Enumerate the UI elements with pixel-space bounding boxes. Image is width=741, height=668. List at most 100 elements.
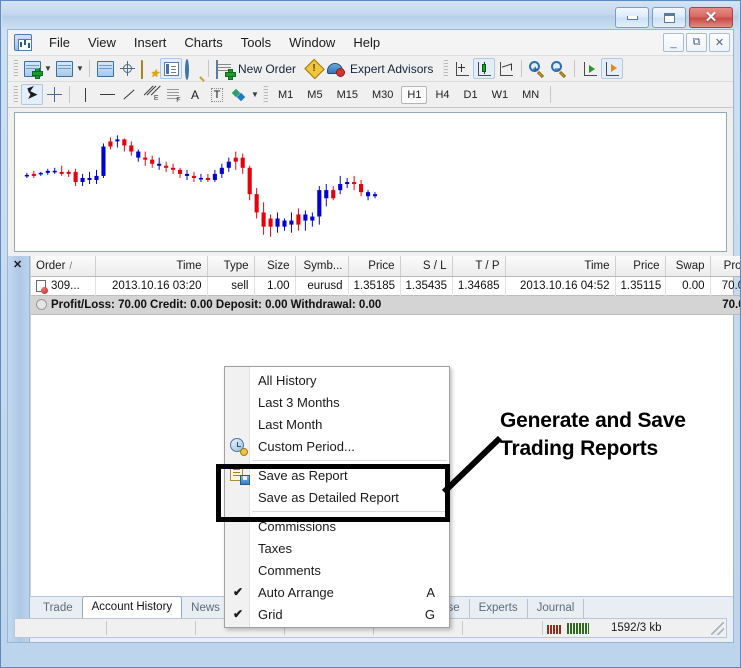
profiles-button[interactable]: [53, 58, 75, 79]
strategy-tester-button[interactable]: [182, 58, 204, 80]
data-window-button[interactable]: [116, 58, 138, 79]
equidistant-channel-button[interactable]: E: [140, 84, 162, 105]
new-chart-button[interactable]: [21, 58, 43, 79]
toolbar-separator: [208, 60, 209, 77]
mdi-minimize-button[interactable]: _: [663, 33, 684, 52]
menu-item-tools[interactable]: Tools: [232, 32, 280, 53]
price-chart[interactable]: [14, 112, 727, 252]
menu-item-file[interactable]: File: [40, 32, 79, 53]
shapes-button[interactable]: [228, 84, 250, 105]
menu-item-help[interactable]: Help: [344, 32, 389, 53]
column-header-sl[interactable]: S / L: [400, 256, 453, 277]
column-header-close-price[interactable]: Price: [615, 256, 666, 277]
new-order-label[interactable]: New Order: [235, 62, 303, 76]
expert-advisors-label[interactable]: Expert Advisors: [347, 62, 440, 76]
tab-trade[interactable]: Trade: [34, 599, 82, 618]
chart-shift-button[interactable]: [601, 58, 624, 79]
menu-item-window[interactable]: Window: [280, 32, 344, 53]
column-header-order[interactable]: Order /: [31, 256, 96, 277]
connection-strength-icon[interactable]: [547, 622, 589, 634]
zoom-out-button[interactable]: −: [548, 58, 570, 79]
toolbar-grip[interactable]: [443, 59, 449, 78]
column-header-symbol[interactable]: Symb...: [295, 256, 349, 277]
terminal-button[interactable]: [160, 58, 182, 79]
candlestick-chart[interactable]: [15, 113, 726, 251]
horizontal-line-button[interactable]: [96, 84, 118, 105]
cell-close-time: 2013.10.16 04:52: [505, 276, 616, 295]
menu-auto-arrange[interactable]: ✔ Auto Arrange A: [225, 581, 449, 603]
navigator-button[interactable]: ★: [138, 58, 160, 79]
column-header-type[interactable]: Type: [207, 256, 255, 277]
text-label-button[interactable]: T: [206, 84, 228, 105]
timeframe-h4[interactable]: H4: [429, 86, 455, 104]
zoom-in-button[interactable]: +: [526, 58, 548, 79]
menu-save-as-detailed-report[interactable]: Save as Detailed Report: [225, 486, 449, 508]
timeframe-m30[interactable]: M30: [366, 86, 399, 104]
menu-commissions[interactable]: Commissions: [225, 515, 449, 537]
menu-item-charts[interactable]: Charts: [175, 32, 231, 53]
trendline-button[interactable]: [118, 84, 140, 105]
toolbar-grip[interactable]: [13, 85, 18, 104]
column-header-open-time[interactable]: Time: [95, 256, 208, 277]
menu-last-3-months[interactable]: Last 3 Months: [225, 391, 449, 413]
crosshair-icon: [46, 87, 62, 102]
terminal-close-button[interactable]: ✕: [13, 260, 22, 271]
menu-item-view[interactable]: View: [79, 32, 125, 53]
column-header-size[interactable]: Size: [254, 256, 296, 277]
menu-comments[interactable]: Comments: [225, 559, 449, 581]
menu-bar: File View Insert Charts Tools Window Hel…: [8, 30, 733, 56]
bar-chart-button[interactable]: [451, 58, 473, 79]
application-client-area: File View Insert Charts Tools Window Hel…: [7, 29, 740, 643]
line-chart-button[interactable]: [495, 58, 517, 79]
fibonacci-button[interactable]: F: [162, 84, 184, 105]
expert-advisors-button[interactable]: [325, 58, 347, 79]
column-header-swap[interactable]: Swap: [665, 256, 711, 277]
new-chart-dropdown[interactable]: ▼: [43, 58, 53, 79]
tab-news[interactable]: News: [182, 599, 230, 618]
tab-account-history[interactable]: Account History: [81, 596, 183, 619]
shapes-dropdown[interactable]: ▼: [250, 84, 260, 105]
tab-experts[interactable]: Experts: [470, 599, 528, 618]
menu-grid[interactable]: ✔ Grid G: [225, 603, 449, 625]
mdi-restore-button[interactable]: ⧉: [686, 33, 707, 52]
column-header-open-price[interactable]: Price: [348, 256, 401, 277]
toolbar-grip[interactable]: [263, 85, 268, 104]
vertical-line-button[interactable]: [74, 84, 96, 105]
tab-journal[interactable]: Journal: [528, 599, 585, 618]
column-header-tp[interactable]: T / P: [452, 256, 506, 277]
timeframe-h1[interactable]: H1: [401, 85, 428, 104]
menu-item-insert[interactable]: Insert: [125, 32, 176, 53]
mdi-close-button[interactable]: ✕: [709, 33, 730, 52]
profiles-dropdown[interactable]: ▼: [75, 58, 85, 79]
resize-grip[interactable]: [711, 622, 724, 635]
column-header-profit[interactable]: Profit: [710, 256, 740, 277]
column-header-close-time[interactable]: Time: [505, 256, 616, 277]
timeframe-w1[interactable]: W1: [486, 86, 515, 104]
market-watch-button[interactable]: [94, 58, 116, 79]
menu-custom-period[interactable]: Custom Period...: [225, 435, 449, 457]
alerts-button[interactable]: !: [303, 58, 325, 79]
window-maximize-button[interactable]: [652, 7, 686, 28]
timeframe-m15[interactable]: M15: [331, 86, 364, 104]
sort-indicator-icon: /: [69, 260, 73, 272]
menu-all-history[interactable]: All History: [225, 369, 449, 391]
timeframe-m5[interactable]: M5: [301, 86, 328, 104]
window-close-button[interactable]: ✕: [689, 7, 733, 28]
window-minimize-button[interactable]: [615, 7, 649, 28]
menu-taxes[interactable]: Taxes: [225, 537, 449, 559]
timeframe-m1[interactable]: M1: [272, 86, 299, 104]
strategy-tester-icon: [184, 58, 202, 80]
menu-last-month[interactable]: Last Month: [225, 413, 449, 435]
text-button[interactable]: A: [184, 84, 206, 105]
menu-save-as-report[interactable]: Save as Report: [225, 464, 449, 486]
timeframe-d1[interactable]: D1: [458, 86, 484, 104]
auto-scroll-button[interactable]: [579, 58, 601, 79]
candlestick-chart-button[interactable]: [473, 58, 496, 79]
save-report-icon: [230, 466, 250, 485]
timeframe-mn[interactable]: MN: [516, 86, 545, 104]
table-row[interactable]: 309... 2013.10.16 03:20 sell 1.00 eurusd…: [31, 276, 740, 295]
toolbar-grip[interactable]: [13, 59, 18, 78]
cursor-button[interactable]: ➤: [21, 84, 43, 105]
new-order-button[interactable]: [213, 58, 236, 80]
crosshair-button[interactable]: [43, 84, 65, 105]
